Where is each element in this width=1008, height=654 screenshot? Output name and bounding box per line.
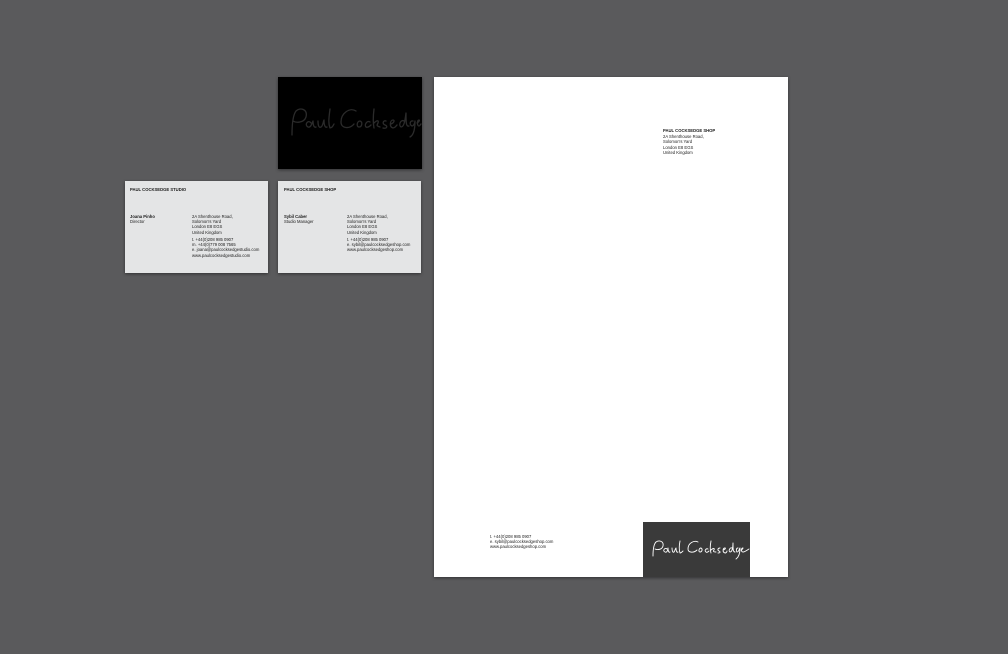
address-line: United Kingdom [663, 149, 693, 155]
address-line: United Kingdom [347, 229, 377, 235]
letterhead-header: PAUL COCKSEDGE SHOP 2A Shenthouse Road, … [663, 128, 715, 155]
signature-logo-dark [291, 108, 422, 138]
card-company: PAUL COCKSEDGE SHOP [284, 187, 337, 192]
letterhead-contacts: t. +44(0)208 985 0907 e. sybil@paulcocks… [490, 534, 553, 550]
contact-line: www.paulcocksedgeshop.com [347, 247, 404, 253]
contact-line: www.paulcocksedgeshop.com [490, 544, 547, 550]
card-address: 2A Shenthouse Road, Solomon's Yard Londo… [192, 214, 233, 235]
business-card-studio: PAUL COCKSEDGE STUDIO Joana Pinho Direct… [125, 181, 268, 273]
signature-logo-light [652, 540, 750, 560]
address-line: United Kingdom [192, 229, 222, 235]
card-person-title: Director [130, 219, 145, 224]
business-card-shop: PAUL COCKSEDGE SHOP Sybil Caber Studio M… [278, 181, 421, 273]
letterhead-logo-box [643, 522, 750, 577]
contact-line: e. joana@paulcocksedgestudio.com [192, 247, 260, 253]
card-address: 2A Shenthouse Road, Solomon's Yard Londo… [347, 214, 388, 235]
card-company: PAUL COCKSEDGE STUDIO [130, 187, 187, 192]
letterhead-company: PAUL COCKSEDGE SHOP [663, 128, 716, 133]
letterhead-page: PAUL COCKSEDGE SHOP 2A Shenthouse Road, … [434, 77, 788, 577]
card-contacts: t. +44(0)208 985 0907 e. sybil@paulcocks… [347, 237, 410, 253]
business-card-black [278, 77, 422, 169]
card-contacts: t. +44(0)208 985 0907 m. +44(0)779 008 7… [192, 237, 259, 258]
contact-line: www.paulcocksedgestudio.com [192, 252, 251, 258]
card-person-title: Studio Manager [284, 219, 314, 224]
